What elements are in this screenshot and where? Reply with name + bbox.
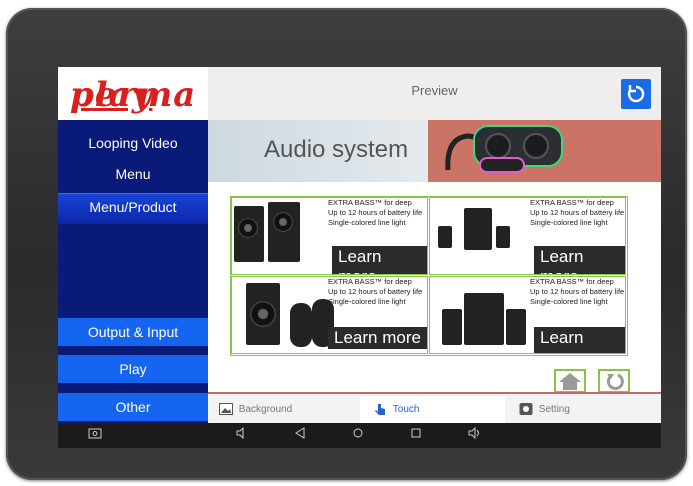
- top-bar: Preview: [208, 67, 661, 120]
- home-nav-icon[interactable]: [352, 427, 364, 442]
- speaker-cone: [250, 301, 276, 327]
- sidebar-item-menu[interactable]: Menu: [58, 163, 208, 185]
- refresh-icon: [627, 85, 645, 103]
- sidebar-item-label: Menu/Product: [89, 199, 177, 215]
- sidebar-item-label: Looping Video: [88, 135, 178, 151]
- product-card[interactable]: EXTRA BASS™ for deep Up to 12 hours of ba…: [231, 276, 428, 354]
- tab-touch[interactable]: Touch: [360, 396, 505, 424]
- banner-title: Audio system: [264, 136, 409, 163]
- speaker-image: [506, 309, 526, 345]
- speaker-image: [290, 303, 312, 347]
- product-text: EXTRA BASS™ for deep Up to 12 hours of ba…: [328, 198, 423, 227]
- subwoofer-image: [464, 293, 504, 345]
- learn-more-button[interactable]: Learn more: [534, 327, 625, 353]
- tab-setting[interactable]: Setting: [508, 396, 658, 424]
- speaker-cone: [273, 212, 293, 232]
- tab-label: Touch: [392, 404, 420, 415]
- sidebar-item-looping-video[interactable]: Looping Video: [58, 132, 208, 154]
- output-input-button[interactable]: Output & Input: [58, 318, 208, 346]
- preview-content: Audio system EXTRA BASS™ for deep Up to 1…: [208, 120, 661, 395]
- home-button[interactable]: [554, 369, 586, 393]
- subwoofer-image: [464, 208, 492, 250]
- android-nav-bar: [58, 423, 661, 448]
- page-title: Preview: [411, 83, 458, 98]
- volume-up-icon[interactable]: [468, 426, 482, 442]
- tab-background[interactable]: Background: [208, 396, 358, 424]
- undo-icon: [606, 373, 624, 390]
- tab-label: Setting: [538, 404, 570, 415]
- home-icon: [559, 373, 581, 390]
- bottom-tabs: Background Touch Setting: [208, 392, 661, 425]
- learn-more-button[interactable]: Learn more: [534, 246, 625, 274]
- sidebar-item-menu-product[interactable]: Menu/Product: [58, 193, 208, 224]
- screen: perma play Looping Video Menu Menu/Produc…: [58, 67, 661, 448]
- sidebar-item-label: Menu: [115, 166, 151, 182]
- volume-down-icon[interactable]: [236, 426, 248, 442]
- product-card[interactable]: EXTRA BASS™ for deep Up to 12 hours of ba…: [429, 276, 626, 354]
- product-grid: EXTRA BASS™ for deep Up to 12 hours of ba…: [230, 196, 628, 356]
- recents-icon[interactable]: [410, 427, 422, 442]
- tablet-device: perma play Looping Video Menu Menu/Produc…: [6, 8, 687, 480]
- sidebar: perma play Looping Video Menu Menu/Produc…: [58, 67, 208, 423]
- speaker-image: [268, 202, 300, 262]
- speaker-image: [438, 226, 452, 248]
- play-button[interactable]: Play: [58, 355, 208, 383]
- product-card[interactable]: EXTRA BASS™ for deep Up to 12 hours of ba…: [429, 197, 626, 275]
- product-text: EXTRA BASS™ for deep Up to 12 hours of ba…: [328, 277, 423, 306]
- speaker-cone: [238, 218, 258, 238]
- speaker-image: [442, 309, 462, 345]
- audio-banner: Audio system: [208, 120, 661, 182]
- reset-button[interactable]: [598, 369, 630, 393]
- product-text: EXTRA BASS™ for deep Up to 12 hours of ba…: [530, 198, 625, 227]
- image-icon: [218, 403, 233, 416]
- other-button[interactable]: Other: [58, 393, 208, 421]
- product-card[interactable]: EXTRA BASS™ for deep Up to 12 hours of ba…: [231, 197, 428, 275]
- permaplay-logo: perma play: [58, 67, 208, 120]
- screenshot-icon[interactable]: [88, 427, 102, 442]
- back-icon[interactable]: [294, 427, 306, 442]
- gear-icon: [519, 403, 533, 416]
- product-text: EXTRA BASS™ for deep Up to 12 hours of ba…: [530, 277, 625, 306]
- learn-more-button[interactable]: Learn more: [328, 327, 427, 349]
- refresh-button[interactable]: [621, 79, 651, 109]
- tab-label: Background: [238, 404, 293, 415]
- learn-more-button[interactable]: Learn more: [332, 246, 427, 274]
- speaker-headphones-image: [445, 125, 563, 173]
- banner-image: [428, 120, 661, 182]
- speaker-image: [496, 226, 510, 248]
- touch-icon: [374, 404, 385, 416]
